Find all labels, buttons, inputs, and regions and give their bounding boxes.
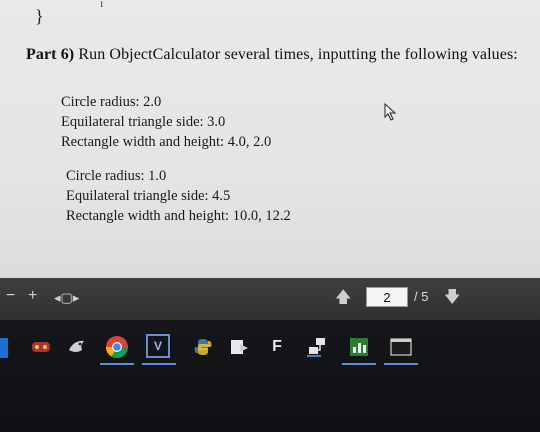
- terminal-icon[interactable]: [388, 334, 414, 360]
- fit-width-icon[interactable]: ◂▢▸: [54, 290, 79, 306]
- group2-line-triangle: Equilateral triangle side: 4.5: [66, 188, 231, 204]
- total-pages: / 5: [414, 289, 429, 304]
- arrow-app-icon[interactable]: [226, 334, 252, 360]
- taskbar: V F: [0, 320, 540, 432]
- group1-line-triangle: Equilateral triangle side: 3.0: [61, 114, 226, 130]
- chart-app-icon[interactable]: [346, 334, 372, 360]
- previous-page-button[interactable]: 🡅: [335, 286, 351, 313]
- group2-line-rectangle: Rectangle width and height: 10.0, 12.2: [66, 208, 291, 224]
- chrome-active-indicator: [100, 363, 134, 365]
- document-page: ı } Part 6) Run ObjectCalculator several…: [0, 0, 540, 278]
- network-icon[interactable]: [304, 334, 330, 360]
- part-instruction: Run ObjectCalculator several times, inpu…: [78, 46, 518, 63]
- game-icon[interactable]: [28, 334, 54, 360]
- part-label: Part 6): [26, 46, 75, 63]
- visio-icon[interactable]: V: [146, 334, 170, 358]
- zoom-in-button[interactable]: +: [28, 287, 37, 305]
- group1-line-circle: Circle radius: 2.0: [61, 94, 162, 110]
- part-heading: Part 6) Run ObjectCalculator several tim…: [26, 46, 518, 64]
- page-top-mark: ı: [100, 0, 104, 10]
- terminal-active-indicator: [384, 363, 418, 365]
- values-group-2: Circle radius: 1.0 Equilateral triangle …: [66, 166, 291, 226]
- taskbar-edge-icon[interactable]: [0, 338, 8, 358]
- mouse-cursor-icon: [384, 103, 397, 121]
- zoom-out-button[interactable]: −: [6, 287, 15, 305]
- chrome-icon[interactable]: [104, 334, 130, 360]
- code-brace: }: [35, 6, 44, 26]
- group2-line-circle: Circle radius: 1.0: [66, 168, 167, 184]
- bird-icon[interactable]: [64, 334, 90, 360]
- pdf-toolbar: − + ◂▢▸ 🡅 2 / 5 🡇: [0, 278, 540, 320]
- visio-active-indicator: [142, 363, 176, 365]
- values-group-1: Circle radius: 2.0 Equilateral triangle …: [61, 92, 271, 152]
- file-app-label: F: [272, 338, 282, 355]
- page-number-input[interactable]: 2: [366, 287, 408, 307]
- chart-active-indicator: [342, 363, 376, 365]
- next-page-button[interactable]: 🡇: [444, 286, 460, 313]
- file-icon[interactable]: F: [264, 334, 290, 360]
- visio-label: V: [153, 339, 162, 353]
- group1-line-rectangle: Rectangle width and height: 4.0, 2.0: [61, 134, 272, 150]
- python-icon[interactable]: [190, 334, 216, 360]
